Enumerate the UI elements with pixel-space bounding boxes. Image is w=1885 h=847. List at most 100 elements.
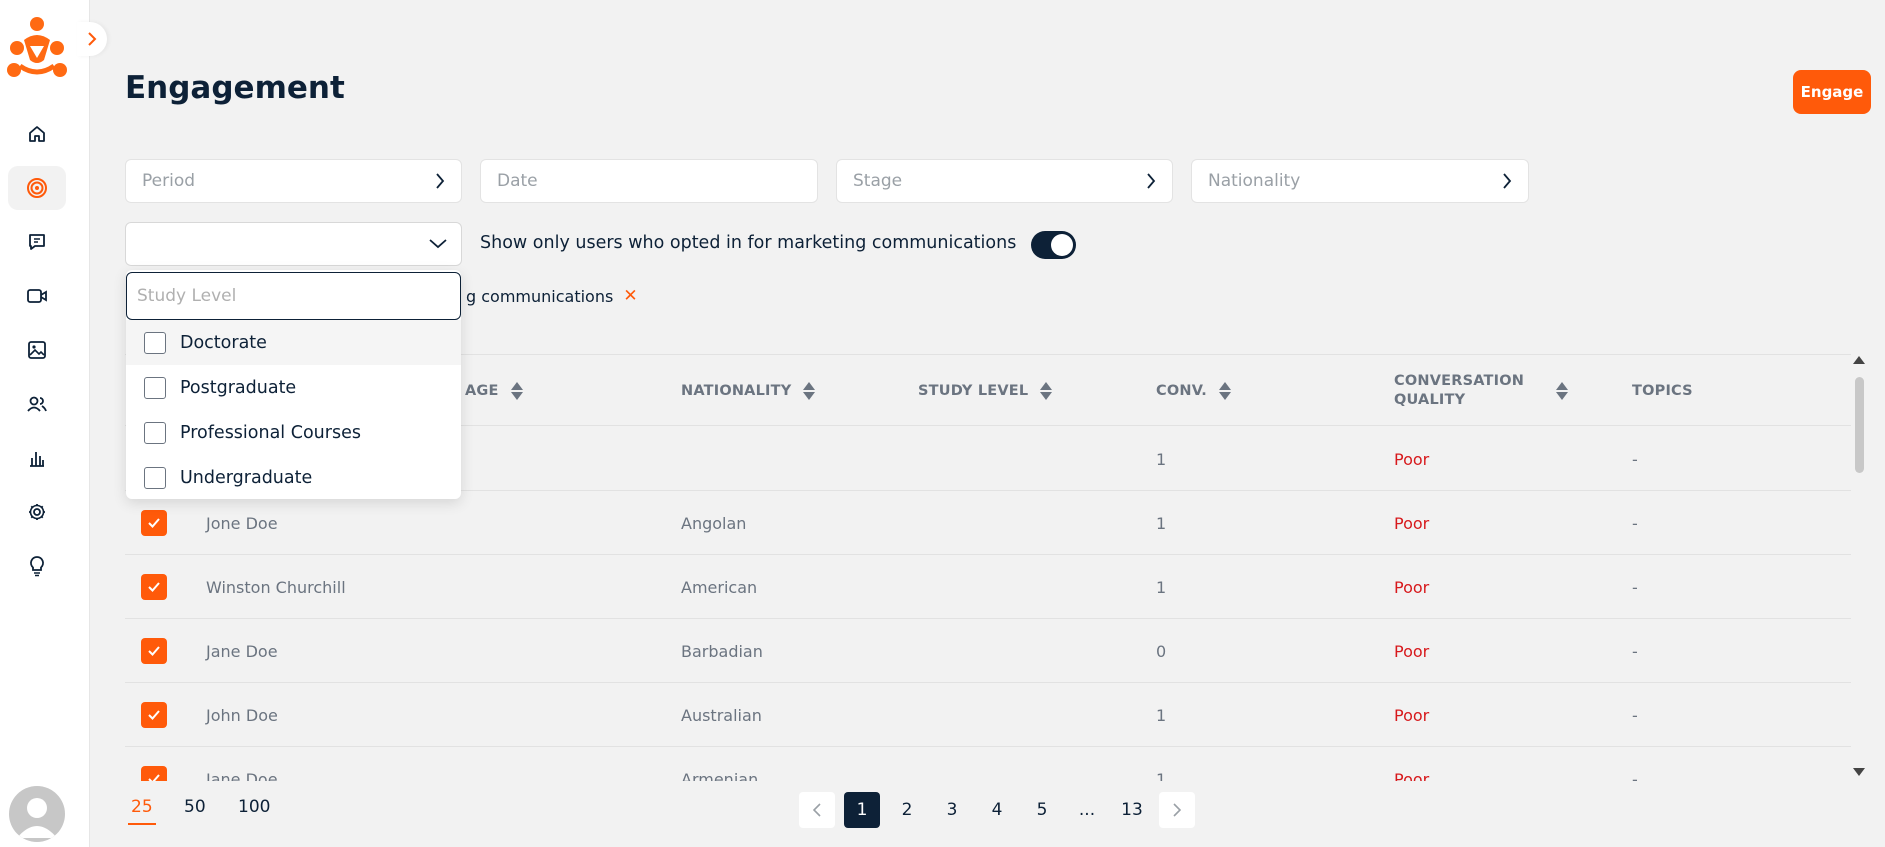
nav-video[interactable] [8,274,66,318]
name-cell[interactable]: John Doe [206,683,278,747]
page-button-4[interactable]: 4 [979,792,1015,828]
column-quality-label: CONVERSATION QUALITY [1394,372,1544,410]
stage-placeholder: Stage [853,171,903,191]
nav-messages[interactable] [8,220,66,264]
study-level-select[interactable] [125,222,462,266]
name-cell[interactable]: Jane Doe [206,747,278,782]
nationality-placeholder: Nationality [1208,171,1301,191]
sort-icon[interactable] [1040,382,1053,400]
column-quality-line1: CONVERSATION [1394,373,1525,389]
row-checkbox[interactable] [141,683,167,747]
topics-cell: - [1632,641,1638,661]
column-conv-label: CONV. [1156,383,1207,399]
nav-home[interactable] [8,112,66,156]
toggle-knob [1051,234,1073,256]
name-cell[interactable]: Jane Doe [206,619,278,683]
nav-settings[interactable] [8,490,66,534]
page-button-1[interactable]: 1 [844,792,880,828]
name-cell[interactable]: Winston Churchill [206,555,346,619]
quality-cell: Poor [1394,449,1430,469]
nationality-filter[interactable]: Nationality [1191,159,1529,203]
user-avatar[interactable] [9,786,65,842]
check-icon [148,582,160,592]
column-nationality-label: NATIONALITY [681,383,792,399]
column-study-level-label: STUDY LEVEL [918,383,1029,399]
sort-icon[interactable] [1218,382,1231,400]
option-checkbox[interactable] [144,376,166,399]
nav-users[interactable] [8,382,66,426]
page-title: Engagement [125,70,345,106]
column-topics-label: TOPICS [1632,383,1693,399]
per-page-100[interactable]: 100 [238,797,270,817]
table-row[interactable]: Winston Churchill American 1 Poor - [125,555,1851,619]
dropdown-option-professional-courses[interactable]: Professional Courses [126,410,461,455]
quality-cell: Poor [1394,705,1430,725]
column-stage[interactable]: AGE [465,355,523,427]
chevron-down-icon [429,239,447,249]
page-button-3[interactable]: 3 [934,792,970,828]
column-conv[interactable]: CONV. [1156,355,1231,427]
chevron-left-icon [813,803,821,817]
conv-cell: 1 [1156,513,1167,533]
column-study-level[interactable]: STUDY LEVEL [918,355,1053,427]
nav-ideas[interactable] [8,544,66,588]
table-row[interactable]: Jane Doe Armenian 1 Poor - [125,747,1851,781]
row-checkbox[interactable] [141,747,167,781]
nav-engagement[interactable] [8,166,66,210]
users-icon [27,396,47,412]
sort-icon[interactable] [510,382,523,400]
prev-page-button[interactable] [799,792,835,828]
quality-cell: Poor [1394,513,1430,533]
study-level-search-input[interactable] [126,272,461,320]
conv-cell: 1 [1156,769,1167,782]
nav-analytics[interactable] [8,436,66,480]
avatar-icon [17,798,57,838]
stage-filter[interactable]: Stage [836,159,1173,203]
option-label: Doctorate [180,332,267,353]
app-logo[interactable] [4,16,70,78]
remove-filter-icon[interactable]: ✕ [623,286,637,306]
topics-cell: - [1632,513,1638,533]
table-row[interactable]: John Doe Australian 1 Poor - [125,683,1851,747]
table-row[interactable]: Jone Doe Angolan 1 Poor - [125,491,1851,555]
page-button-13[interactable]: 13 [1114,792,1150,828]
chevron-right-icon [1503,173,1512,189]
check-icon [148,774,160,781]
dropdown-option-postgraduate[interactable]: Postgraduate [126,365,461,410]
option-checkbox[interactable] [144,331,166,354]
next-page-button[interactable] [1159,792,1195,828]
column-nationality[interactable]: NATIONALITY [681,355,816,427]
engage-button[interactable]: Engage [1793,70,1871,114]
row-checkbox[interactable] [141,491,167,555]
per-page-25[interactable]: 25 [128,797,156,825]
nav-media[interactable] [8,328,66,372]
sort-icon[interactable] [803,382,816,400]
sort-icon[interactable] [1556,382,1568,400]
option-checkbox[interactable] [144,466,166,489]
per-page-50[interactable]: 50 [184,797,206,817]
opt-in-toggle[interactable] [1031,231,1076,259]
period-filter[interactable]: Period [125,159,462,203]
dropdown-option-undergraduate[interactable]: Undergraduate [126,455,461,500]
row-checkbox[interactable] [141,555,167,619]
option-checkbox[interactable] [144,421,166,444]
page-button-5[interactable]: 5 [1024,792,1060,828]
row-checkbox[interactable] [141,619,167,683]
check-icon [148,710,160,720]
scroll-up-arrow[interactable] [1853,356,1865,364]
gear-icon [29,504,45,520]
date-filter[interactable]: Date [480,159,818,203]
name-cell[interactable]: Jone Doe [206,491,278,555]
dropdown-option-doctorate[interactable]: Doctorate [126,320,461,365]
scrollbar-thumb[interactable] [1855,377,1864,473]
chevron-right-icon [436,173,445,189]
chevron-right-icon [1173,803,1181,817]
study-level-dropdown: Doctorate Postgraduate Professional Cour… [126,270,461,499]
video-icon [27,289,47,303]
page-button-2[interactable]: 2 [889,792,925,828]
nationality-cell: Angolan [681,513,747,533]
table-row[interactable]: Jane Doe Barbadian 0 Poor - [125,619,1851,683]
column-conversation-quality[interactable]: CONVERSATION QUALITY [1394,355,1568,427]
scroll-down-arrow[interactable] [1853,768,1865,776]
sidebar-expand-button[interactable] [77,22,107,56]
